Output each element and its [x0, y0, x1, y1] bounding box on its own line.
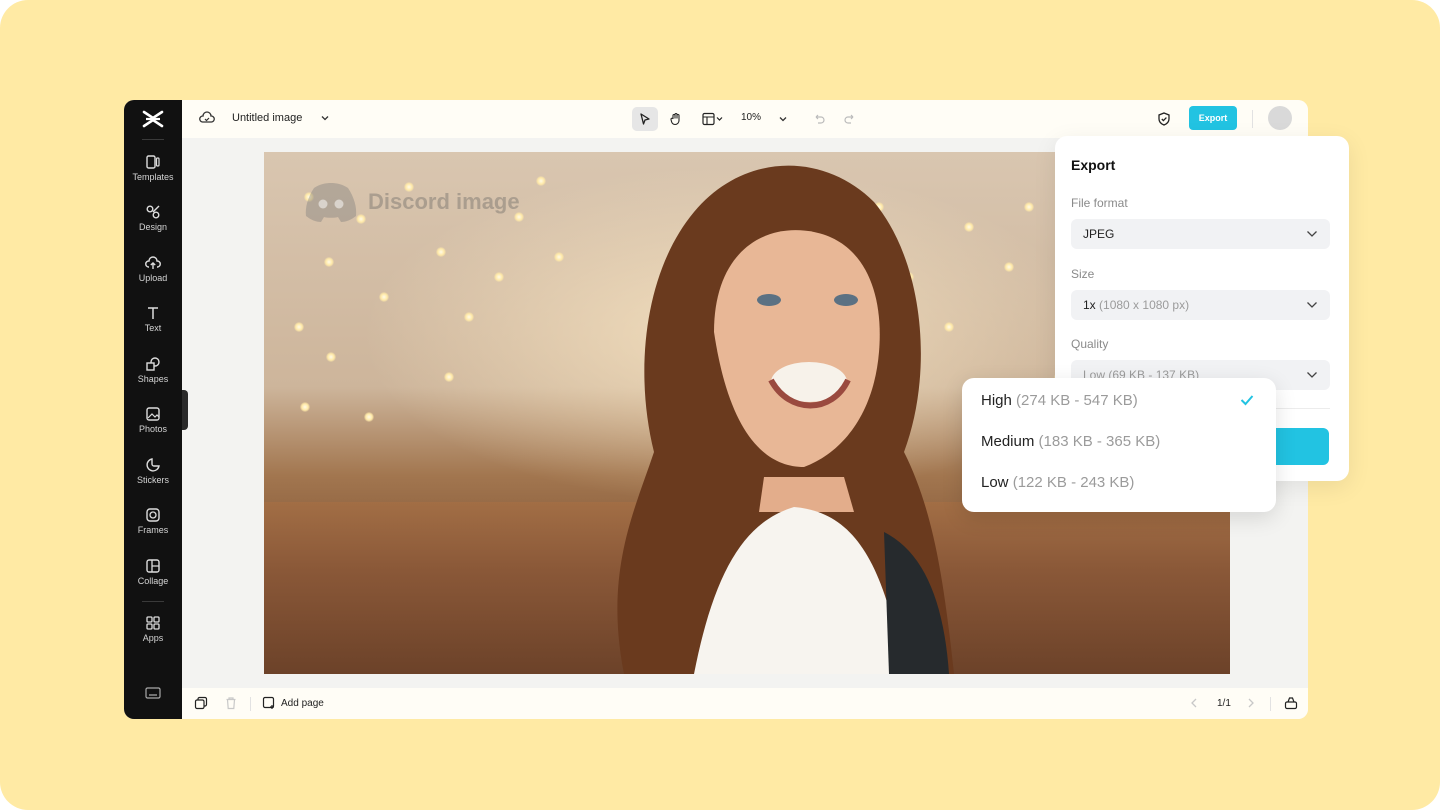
top-toolbar: Untitled image 10% Export [182, 100, 1308, 138]
sidebar-item-text[interactable]: Text [124, 305, 182, 349]
chevron-down-icon[interactable] [320, 113, 330, 123]
size-label: Size [1071, 267, 1095, 281]
trash-icon[interactable] [224, 696, 238, 710]
hand-tool-button[interactable] [663, 107, 689, 131]
collage-icon [146, 559, 160, 573]
chevron-down-icon [1307, 302, 1317, 308]
sidebar-item-label: Templates [132, 172, 174, 182]
export-button[interactable]: Export [1189, 106, 1237, 130]
left-sidebar: Templates Design Upload Text Shapes Phot… [124, 100, 182, 719]
option-name: High [981, 392, 1012, 409]
add-page-button[interactable]: Add page [262, 696, 324, 710]
checkmark-icon [1240, 395, 1254, 406]
sidebar-item-label: Stickers [136, 475, 169, 485]
sidebar-item-shapes[interactable]: Shapes [124, 356, 182, 400]
sidebar-item-stickers[interactable]: Stickers [124, 457, 182, 501]
previous-page-icon[interactable] [1188, 696, 1200, 710]
bottom-toolbar: Add page 1/1 [182, 688, 1308, 719]
upload-icon [145, 256, 161, 269]
sidebar-item-collage[interactable]: Collage [124, 558, 182, 602]
export-panel-title: Export [1071, 157, 1116, 173]
text-icon [148, 307, 158, 319]
cloud-sync-icon[interactable] [199, 110, 215, 126]
file-format-value: JPEG [1083, 227, 1115, 241]
next-page-icon[interactable] [1245, 696, 1257, 710]
page-manager-icon[interactable] [1284, 696, 1298, 710]
quality-option-low[interactable]: Low (122 KB - 243 KB) [981, 474, 1261, 494]
size-value: 1x [1083, 298, 1096, 312]
bottombar-divider [1270, 697, 1271, 711]
chevron-down-icon [1307, 372, 1317, 378]
sidebar-item-label: Text [144, 323, 162, 333]
size-select[interactable]: 1x (1080 x 1080 px) [1071, 290, 1330, 320]
photos-icon [146, 407, 160, 421]
keyboard-shortcuts-icon[interactable] [145, 687, 161, 699]
templates-icon [146, 155, 160, 169]
sidebar-item-label: Apps [142, 633, 164, 643]
stickers-icon [146, 458, 160, 472]
chevron-down-icon [1307, 231, 1317, 237]
photo-subject [617, 165, 954, 674]
sidebar-item-design[interactable]: Design [124, 204, 182, 248]
sidebar-item-label: Upload [138, 273, 168, 283]
sidebar-item-label: Photos [138, 424, 168, 434]
watermark-text: Discord image [368, 189, 520, 214]
bottombar-divider [250, 697, 251, 711]
toolbar-divider [1252, 110, 1253, 128]
shield-check-icon[interactable] [1156, 111, 1172, 127]
option-range: (183 KB - 365 KB) [1038, 433, 1161, 450]
quality-label: Quality [1071, 337, 1109, 351]
redo-icon[interactable] [843, 112, 857, 126]
quality-option-medium[interactable]: Medium (183 KB - 365 KB) [981, 433, 1261, 453]
file-format-label: File format [1071, 196, 1128, 210]
sidebar-item-label: Shapes [137, 374, 169, 384]
add-page-icon [262, 696, 275, 709]
apps-icon [146, 616, 160, 630]
duplicate-page-icon[interactable] [194, 696, 208, 710]
frames-icon [146, 508, 160, 522]
size-detail: (1080 x 1080 px) [1099, 298, 1190, 312]
layout-menu-button[interactable] [696, 107, 730, 131]
add-page-label: Add page [281, 697, 324, 709]
option-range: (122 KB - 243 KB) [1012, 474, 1135, 491]
quality-option-high[interactable]: High (274 KB - 547 KB) [981, 392, 1261, 412]
sidebar-item-templates[interactable]: Templates [124, 154, 182, 198]
sidebar-item-label: Design [138, 222, 167, 232]
option-range: (274 KB - 547 KB) [1016, 392, 1138, 409]
page-indicator: 1/1 [1217, 698, 1231, 709]
discord-logo-icon [305, 183, 357, 222]
option-name: Medium [981, 433, 1035, 450]
option-name: Low [981, 474, 1009, 491]
sidebar-item-frames[interactable]: Frames [124, 507, 182, 551]
app-logo-icon[interactable] [141, 109, 165, 129]
shapes-icon [146, 357, 160, 371]
sidebar-item-label: Collage [137, 576, 169, 586]
sidebar-divider [142, 139, 164, 140]
design-icon [146, 205, 160, 219]
file-format-select[interactable]: JPEG [1071, 219, 1330, 249]
sidebar-collapse-handle[interactable] [182, 390, 188, 430]
undo-icon[interactable] [812, 112, 826, 126]
sidebar-divider [142, 601, 164, 602]
quality-dropdown: High (274 KB - 547 KB) Medium (183 KB - … [962, 378, 1276, 512]
sidebar-item-upload[interactable]: Upload [124, 255, 182, 299]
sidebar-item-apps[interactable]: Apps [124, 615, 182, 659]
cursor-icon [640, 113, 650, 125]
sidebar-item-label: Frames [137, 525, 169, 535]
user-avatar[interactable] [1268, 106, 1292, 130]
select-tool-button[interactable] [632, 107, 658, 131]
document-title[interactable]: Untitled image [232, 112, 302, 124]
layout-icon [702, 112, 723, 126]
canvas-watermark: Discord image [304, 182, 520, 222]
sidebar-item-photos[interactable]: Photos [124, 406, 182, 450]
hand-icon [670, 112, 680, 126]
zoom-level[interactable]: 10% [741, 112, 761, 123]
zoom-chevron-down-icon[interactable] [778, 114, 788, 124]
